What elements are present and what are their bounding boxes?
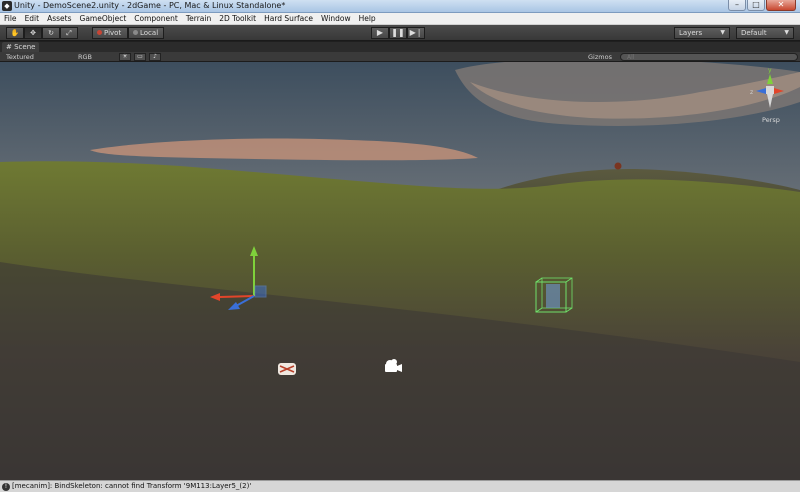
scene-view-toolbar: Textured RGB ☀ ▭ ♪ Gizmos xyxy=(0,52,800,62)
close-button[interactable]: ✕ xyxy=(766,0,796,11)
image-icon: ▭ xyxy=(137,53,143,60)
render-mode-dropdown[interactable]: RGB xyxy=(78,52,92,62)
pivot-toggles: Pivot Local xyxy=(92,27,164,39)
chevron-down-icon: ▼ xyxy=(784,29,789,36)
menu-bar: File Edit Assets GameObject Component Te… xyxy=(0,13,800,25)
pivot-button[interactable]: Pivot xyxy=(92,27,128,39)
main-toolbar: ✋ ✥ ↻ ⤢ Pivot Local ▶ ❚❚ ▶❘ Layers ▼ Def… xyxy=(0,25,800,41)
step-icon: ▶❘ xyxy=(409,28,423,37)
projection-label[interactable]: Persp xyxy=(762,116,780,124)
scene-audio-toggle[interactable]: ♪ xyxy=(149,53,161,61)
scene-tab-label: Scene xyxy=(14,43,36,51)
gizmo-plane-handle[interactable] xyxy=(254,285,267,298)
unity-app-icon: ◆ xyxy=(2,1,12,11)
hand-tool-icon: ✋ xyxy=(10,29,20,37)
scene-tabbar: # Scene xyxy=(0,42,800,52)
play-icon: ▶ xyxy=(376,28,384,37)
menu-gameobject[interactable]: GameObject xyxy=(76,13,131,24)
status-bar[interactable]: ! [mecanim]: BindSkeleton: cannot find T… xyxy=(0,480,800,492)
layout-dropdown-group: Default ▼ xyxy=(736,27,794,39)
scene-tab-icon: # xyxy=(6,43,12,51)
menu-file[interactable]: File xyxy=(0,13,21,24)
scene-search-input[interactable] xyxy=(620,53,798,61)
menu-edit[interactable]: Edit xyxy=(21,13,44,24)
speaker-icon: ♪ xyxy=(153,53,157,60)
layers-dropdown[interactable]: Layers ▼ xyxy=(674,27,730,39)
hand-tool-button[interactable]: ✋ xyxy=(6,27,24,39)
minimize-button[interactable]: – xyxy=(728,0,746,11)
scene-viewport[interactable]: y z Persp xyxy=(0,62,800,480)
rotate-tool-icon: ↻ xyxy=(48,29,54,37)
window-controls: – □ ✕ xyxy=(728,0,796,11)
view-axis-x[interactable] xyxy=(774,88,784,94)
tab-scene[interactable]: # Scene xyxy=(2,42,40,52)
sphere-object[interactable] xyxy=(614,162,622,170)
light-object[interactable] xyxy=(278,363,296,375)
menu-assets[interactable]: Assets xyxy=(43,13,75,24)
transform-tools: ✋ ✥ ↻ ⤢ xyxy=(6,27,78,39)
pivot-label: Pivot xyxy=(104,29,122,37)
gizmo-x-axis[interactable] xyxy=(219,295,255,298)
view-axis-y[interactable] xyxy=(767,74,773,84)
info-icon: ! xyxy=(2,483,10,491)
window-title: Unity - DemoScene2.unity - 2dGame - PC, … xyxy=(14,1,286,10)
scene-effects-toggle[interactable]: ▭ xyxy=(134,53,146,61)
camera-icon-body xyxy=(385,364,397,372)
menu-window[interactable]: Window xyxy=(317,13,355,24)
console-message[interactable]: [mecanim]: BindSkeleton: cannot find Tra… xyxy=(12,482,251,490)
local-label: Local xyxy=(140,29,159,37)
scale-tool-icon: ⤢ xyxy=(66,29,72,37)
pivot-icon xyxy=(97,30,102,35)
step-button[interactable]: ▶❘ xyxy=(407,27,425,39)
layers-dropdown-group: Layers ▼ xyxy=(674,27,730,39)
move-tool-button[interactable]: ✥ xyxy=(24,27,42,39)
play-button[interactable]: ▶ xyxy=(371,27,389,39)
scale-tool-button[interactable]: ⤢ xyxy=(60,27,78,39)
view-center-cube[interactable] xyxy=(766,86,774,94)
local-button[interactable]: Local xyxy=(128,27,164,39)
view-axis-neg-y[interactable] xyxy=(767,94,773,108)
view-axis-z[interactable] xyxy=(756,88,766,94)
menu-terrain[interactable]: Terrain xyxy=(182,13,215,24)
menu-hard-surface[interactable]: Hard Surface xyxy=(260,13,317,24)
window-titlebar[interactable]: ◆ Unity - DemoScene2.unity - 2dGame - PC… xyxy=(0,0,800,13)
layers-label: Layers xyxy=(679,29,703,37)
gizmo-y-label: y xyxy=(768,67,772,74)
gizmos-dropdown[interactable]: Gizmos xyxy=(588,52,612,62)
rotate-tool-button[interactable]: ↻ xyxy=(42,27,60,39)
menu-component[interactable]: Component xyxy=(130,13,182,24)
terrain-render xyxy=(0,62,800,480)
draw-mode-dropdown[interactable]: Textured xyxy=(6,52,34,62)
local-icon xyxy=(133,30,138,35)
character-model[interactable] xyxy=(546,284,560,308)
move-tool-icon: ✥ xyxy=(30,29,36,37)
pause-icon: ❚❚ xyxy=(391,28,405,37)
sun-icon: ☀ xyxy=(122,53,128,60)
pause-button[interactable]: ❚❚ xyxy=(389,27,407,39)
menu-help[interactable]: Help xyxy=(355,13,380,24)
chevron-down-icon: ▼ xyxy=(720,29,725,36)
playback-controls: ▶ ❚❚ ▶❘ xyxy=(371,27,425,39)
layout-dropdown[interactable]: Default ▼ xyxy=(736,27,794,39)
gizmo-z-label: z xyxy=(750,89,753,96)
menu-2d-toolkit[interactable]: 2D Toolkit xyxy=(215,13,260,24)
maximize-button[interactable]: □ xyxy=(747,0,765,11)
layout-label: Default xyxy=(741,29,767,37)
scene-lighting-toggle[interactable]: ☀ xyxy=(119,53,131,61)
